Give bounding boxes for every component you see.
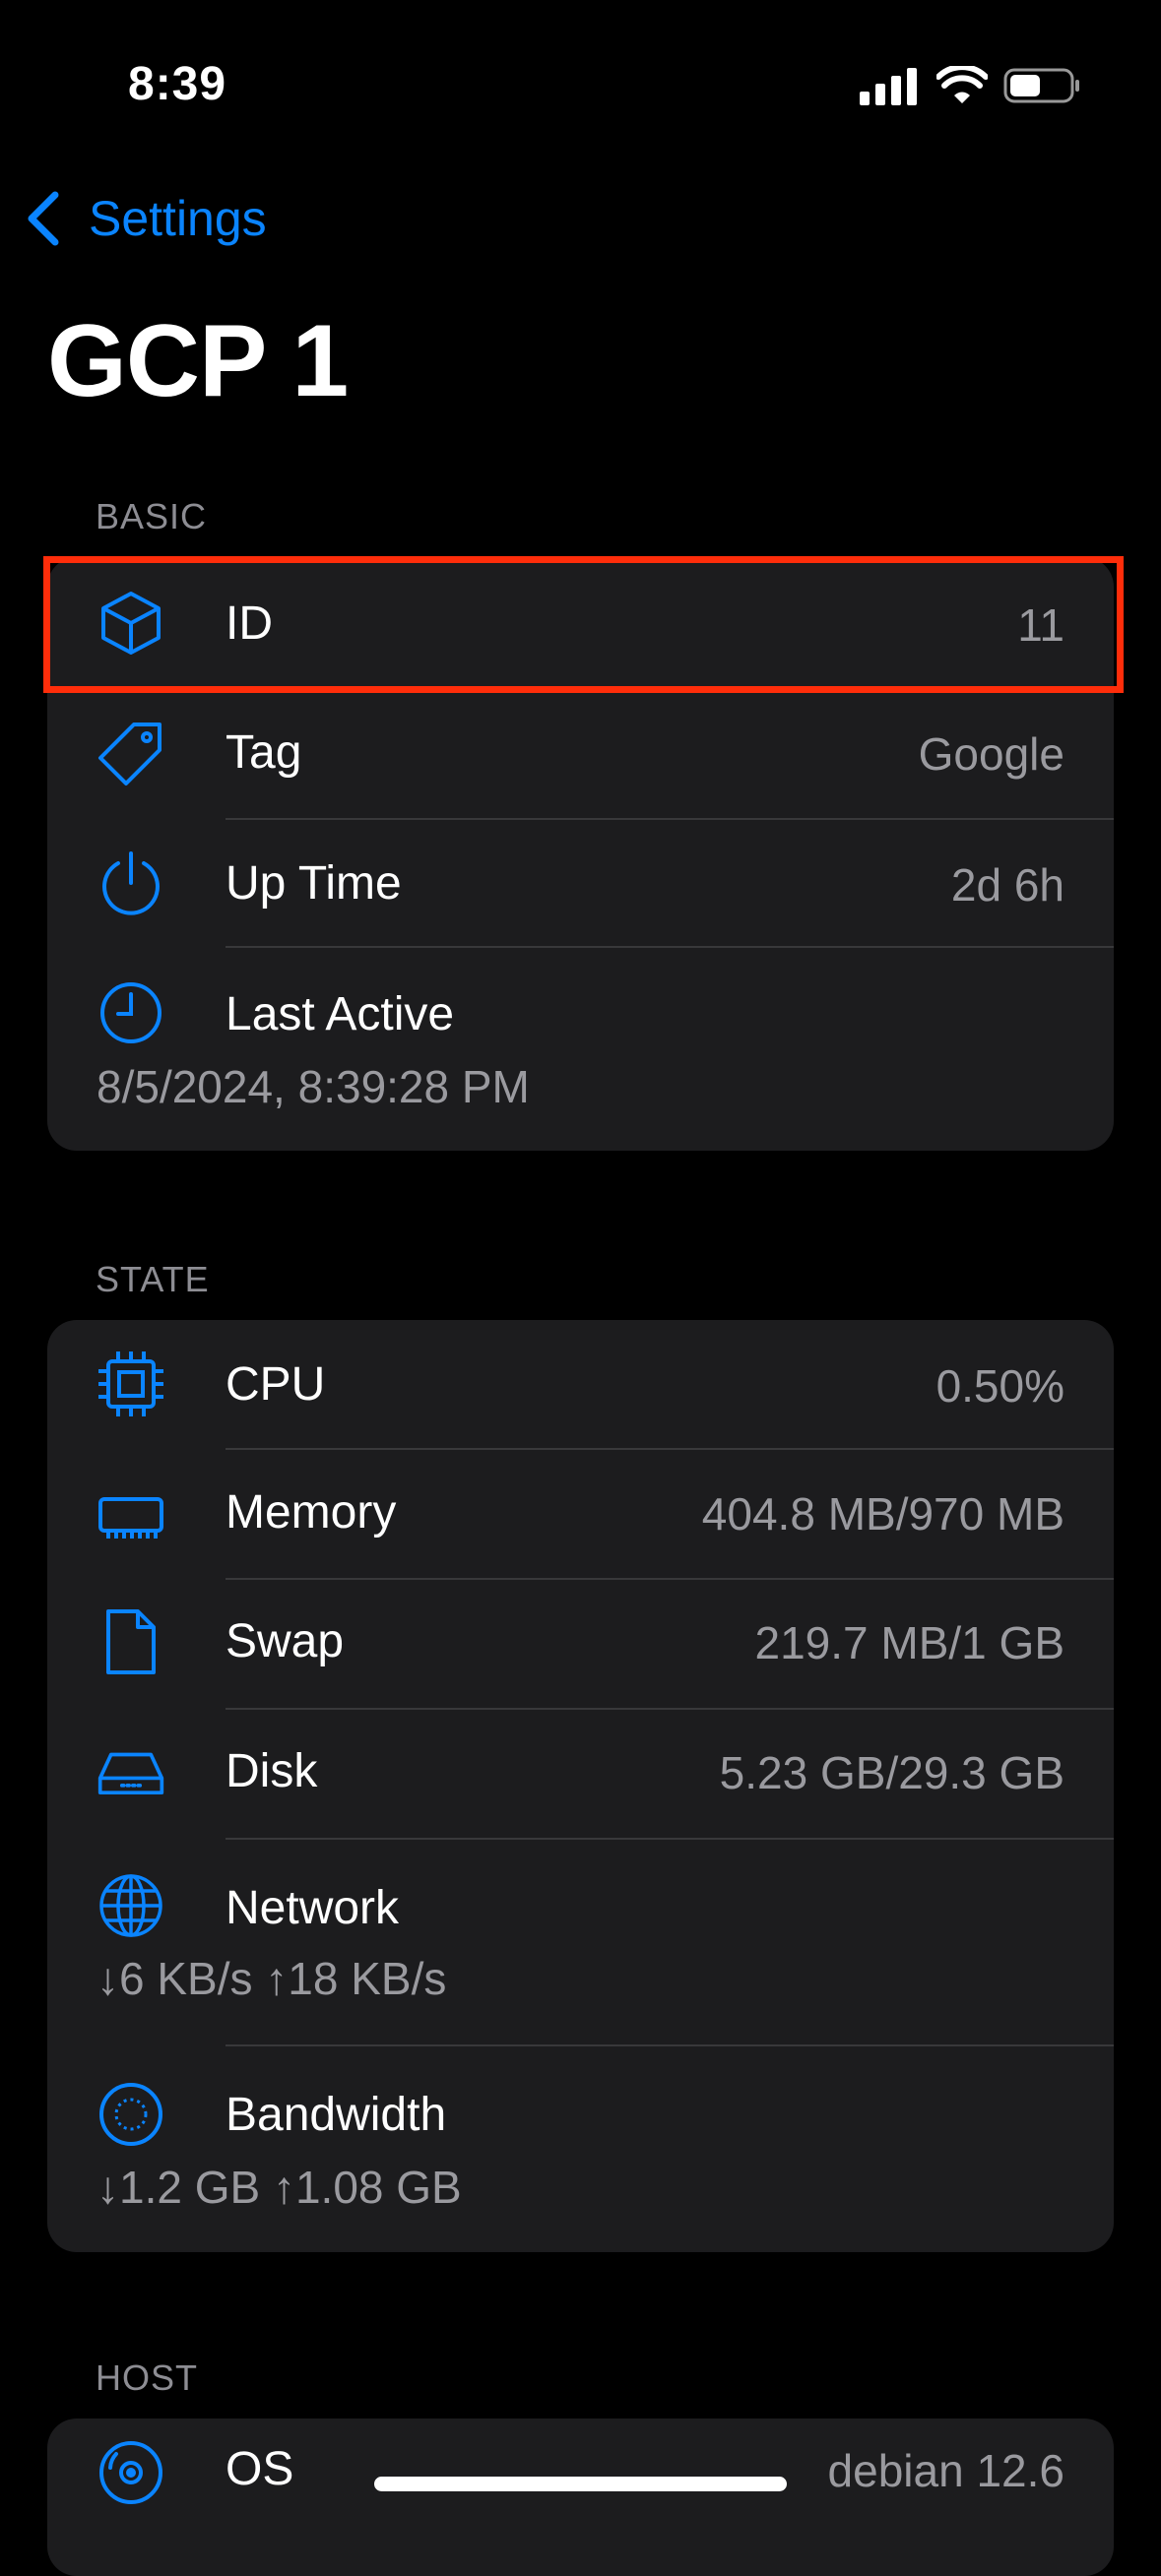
row-label: Up Time [226,857,402,910]
row-label: Last Active [226,988,455,1040]
section-label-host: HOST [96,2357,199,2398]
row-label: Tag [226,726,302,779]
row-label: Memory [226,1486,397,1539]
row-value: ↓6 KB/s ↑18 KB/s [97,1953,447,2004]
disk-icon [97,1737,165,1806]
row-value: ↓1.2 GB ↑1.08 GB [97,2162,462,2213]
row-value: Google [918,728,1064,780]
highlight-box [43,556,1124,693]
row-label: OS [226,2443,294,2495]
row-label: Network [226,1882,400,1934]
cellular-signal-icon [860,68,917,105]
row-value: 8/5/2024, 8:39:28 PM [97,1061,530,1112]
home-indicator[interactable] [374,2477,787,2491]
state-card: CPU 0.50% Memory 404.8 MB/970 MB Swap 21… [47,1320,1114,2252]
row-label: Swap [226,1615,345,1667]
tag-icon [97,720,165,788]
disc-icon [97,2438,165,2507]
clock-icon [97,978,165,1047]
status-time: 8:39 [128,58,227,110]
cpu-icon [97,1350,165,1418]
status-icons [860,61,1082,110]
host-card: OS debian 12.6 [47,2419,1114,2576]
row-tag[interactable]: Tag Google [47,692,1114,820]
power-icon [97,849,165,918]
back-label: Settings [89,191,267,246]
row-label: Disk [226,1745,318,1797]
row-memory[interactable]: Memory 404.8 MB/970 MB [47,1450,1114,1578]
globe-icon [97,1871,165,1940]
bandwidth-icon [97,2080,165,2149]
chevron-left-icon [28,191,59,246]
row-cpu[interactable]: CPU 0.50% [47,1320,1114,1448]
battery-icon [1003,68,1079,103]
memory-icon [97,1479,165,1548]
back-button[interactable]: Settings [24,189,267,248]
row-last-active[interactable]: Last Active 8/5/2024, 8:39:28 PM [47,948,1114,1151]
section-label-state: STATE [96,1259,210,1299]
row-value: 0.50% [935,1360,1064,1412]
page-title: GCP 1 [47,304,349,418]
section-label-basic: BASIC [96,496,208,536]
row-bandwidth[interactable]: Bandwidth ↓1.2 GB ↑1.08 GB [47,2046,1114,2252]
wifi-icon [936,66,988,103]
document-icon [97,1607,165,1676]
row-disk[interactable]: Disk 5.23 GB/29.3 GB [47,1710,1114,1838]
row-value: debian 12.6 [827,2445,1064,2496]
row-value: 219.7 MB/1 GB [754,1617,1065,1668]
row-value: 2d 6h [950,859,1064,911]
row-network[interactable]: Network ↓6 KB/s ↑18 KB/s [47,1840,1114,2044]
row-value: 404.8 MB/970 MB [701,1488,1064,1539]
row-swap[interactable]: Swap 219.7 MB/1 GB [47,1580,1114,1708]
row-label: CPU [226,1358,326,1411]
row-label: Bandwidth [226,2089,447,2141]
row-uptime[interactable]: Up Time 2d 6h [47,820,1114,948]
row-value: 5.23 GB/29.3 GB [719,1747,1064,1798]
